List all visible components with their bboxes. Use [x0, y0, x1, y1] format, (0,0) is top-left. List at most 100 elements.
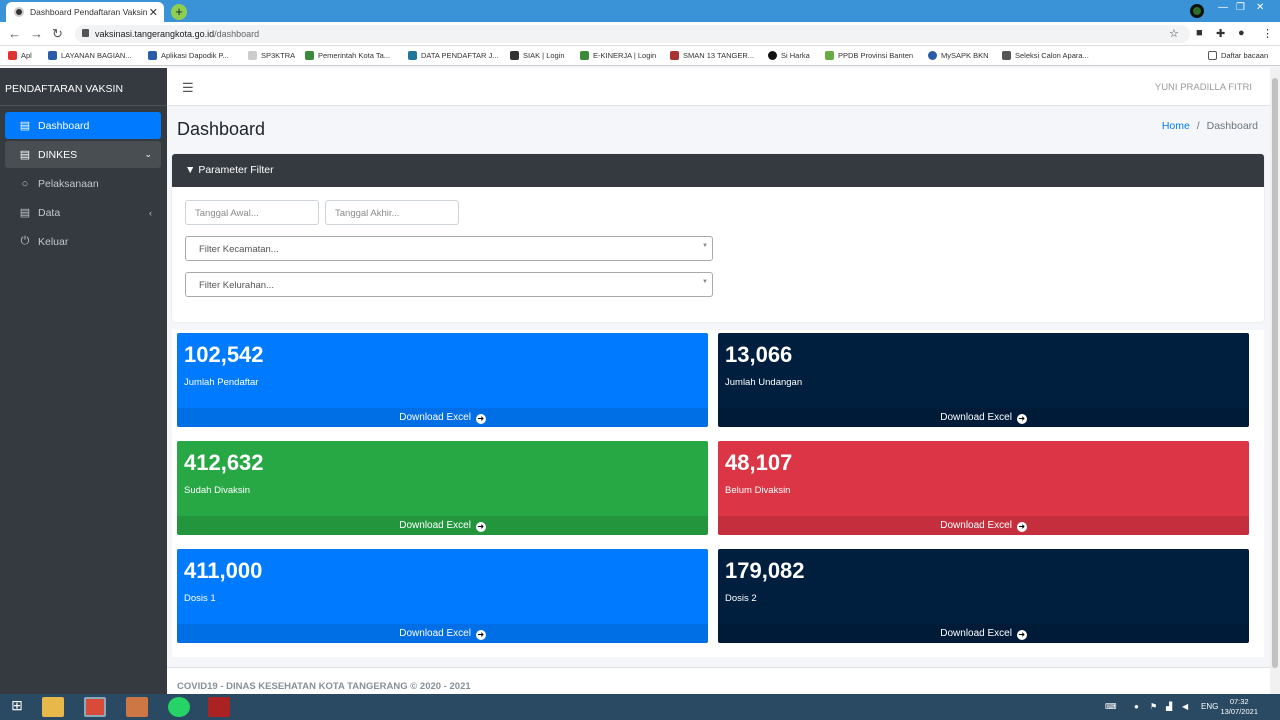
bookmark-item[interactable]: LAYANAN BAGIAN... — [48, 51, 132, 60]
stat-box-sudah-divaksin: 412,632 Sudah Divaksin Download Excel ➜ — [177, 441, 708, 535]
tab-favicon-icon — [14, 7, 24, 17]
menu-dots-icon[interactable]: ⋮ — [1262, 27, 1273, 40]
stat-value: 412,632 — [184, 450, 264, 475]
volume-icon[interactable]: ◀ — [1182, 702, 1188, 711]
bookmark-item[interactable]: Seleksi Calon Apara... — [1002, 51, 1089, 60]
stat-label: Dosis 2 — [725, 593, 757, 604]
brand-title[interactable]: PENDAFTARAN VAKSIN — [0, 68, 167, 106]
breadcrumb-home[interactable]: Home — [1162, 120, 1190, 132]
stat-label: Jumlah Undangan — [725, 377, 803, 388]
bookmark-item[interactable]: Aplikasi Dapodik P... — [148, 51, 229, 60]
address-bar-row: ← → ↻ vaksinasi.tangerangkota.go.id/dash… — [0, 22, 1280, 46]
kelurahan-select-value: Filter Kelurahan... — [199, 280, 274, 291]
download-excel-link[interactable]: Download Excel ➜ — [718, 516, 1249, 535]
lock-icon — [82, 29, 89, 37]
download-excel-link[interactable]: Download Excel ➜ — [177, 624, 708, 643]
download-excel-link[interactable]: Download Excel ➜ — [718, 624, 1249, 643]
page-scrollbar[interactable] — [1270, 68, 1280, 694]
close-window-icon[interactable]: ✕ — [1256, 2, 1264, 13]
extension-icon[interactable]: ■ — [1196, 27, 1203, 39]
network-icon[interactable]: ⚑ — [1150, 702, 1157, 711]
new-tab-button[interactable]: + — [171, 4, 187, 20]
forward-icon[interactable]: → — [30, 26, 43, 41]
kecamatan-select[interactable]: Filter Kecamatan... ▼ — [185, 236, 713, 261]
language-indicator[interactable]: ENG — [1201, 702, 1218, 711]
back-icon[interactable]: ← — [8, 26, 21, 41]
stat-value: 13,066 — [725, 342, 793, 367]
chrome-icon[interactable] — [84, 697, 106, 717]
url-host: vaksinasi.tangerangkota.go.id — [95, 29, 215, 39]
whatsapp-icon[interactable] — [168, 697, 190, 717]
sidebar-item-label: Dashboard — [38, 119, 90, 132]
bookmark-item[interactable]: Apl — [8, 51, 32, 60]
kelurahan-select[interactable]: Filter Kelurahan... ▼ — [185, 272, 713, 297]
bookmark-item[interactable]: Pemerintah Kota Ta... — [305, 51, 390, 60]
page-title: Dashboard — [177, 119, 266, 139]
bookmark-item[interactable]: MySAPK BKN — [928, 51, 989, 60]
minimize-icon[interactable]: — — [1218, 2, 1228, 13]
menu-toggle-icon[interactable]: ☰ — [182, 80, 194, 96]
circle-icon: ○ — [21, 177, 29, 190]
tab-title: Dashboard Pendaftaran Vaksin — [30, 7, 148, 17]
bookmark-item[interactable]: DATA PENDAFTAR J... — [408, 51, 499, 60]
filter-icon: ▼ — [185, 164, 196, 176]
stat-label: Sudah Divaksin — [184, 485, 251, 496]
close-tab-icon[interactable]: ✕ — [149, 6, 158, 19]
sidebar-item-dashboard[interactable]: ▤ Dashboard — [5, 112, 161, 139]
chevron-down-icon: ⌄ — [144, 149, 152, 159]
star-bookmark-icon[interactable]: ☆ — [1169, 27, 1179, 40]
kecamatan-select-value: Filter Kecamatan... — [199, 244, 279, 255]
download-excel-link[interactable]: Download Excel ➜ — [177, 408, 708, 427]
user-name[interactable]: YUNI PRADILLA FITRI — [1155, 82, 1252, 93]
sidebar-item-pelaksanaan[interactable]: ○ Pelaksanaan — [5, 170, 161, 197]
filter-card-header: ▼ Parameter Filter — [172, 154, 1264, 187]
browser-tab[interactable]: Dashboard Pendaftaran Vaksin ✕ — [6, 2, 164, 22]
profile-icon[interactable] — [1190, 4, 1204, 18]
reading-list[interactable]: Daftar bacaan — [1208, 51, 1268, 60]
stat-value: 102,542 — [184, 342, 264, 367]
book-icon: ▤ — [19, 120, 31, 132]
download-excel-link[interactable]: Download Excel ➜ — [718, 408, 1249, 427]
sidebar-item-label: Keluar — [38, 235, 69, 248]
stat-box-jumlah-pendaftar: 102,542 Jumlah Pendaftar Download Excel … — [177, 333, 708, 427]
app-icon[interactable] — [208, 697, 230, 717]
filter-title: Parameter Filter — [198, 164, 274, 176]
sidebar-item-dinkes[interactable]: ▤ DINKES ⌄ — [5, 141, 161, 168]
wifi-icon[interactable]: ▟ — [1166, 702, 1172, 711]
stat-label: Belum Divaksin — [725, 485, 791, 496]
scrollbar-thumb[interactable] — [1272, 78, 1278, 668]
breadcrumb: Home / Dashboard — [1162, 120, 1258, 132]
tray-app-icon[interactable]: ● — [1134, 702, 1139, 711]
file-explorer-icon[interactable] — [42, 697, 64, 717]
bookmark-item[interactable]: PPDB Provinsi Banten — [825, 51, 913, 60]
reload-icon[interactable]: ↻ — [52, 26, 63, 42]
date-start-input[interactable]: Tanggal Awal... — [185, 200, 319, 225]
bookmark-item[interactable]: SP3KTRA — [248, 51, 295, 60]
power-icon: ⏻ — [20, 235, 30, 247]
bookmark-item[interactable]: E-KINERJA | Login — [580, 51, 656, 60]
sidebar: PENDAFTARAN VAKSIN ▤ Dashboard ▤ DINKES … — [0, 68, 167, 694]
sidebar-item-keluar[interactable]: ⏻ Keluar — [5, 228, 161, 255]
url-field[interactable]: vaksinasi.tangerangkota.go.id/dashboard — [75, 25, 1190, 43]
bookmark-item[interactable]: SIAK | Login — [510, 51, 565, 60]
chrome-alt-icon[interactable] — [126, 697, 148, 717]
download-excel-link[interactable]: Download Excel ➜ — [177, 516, 708, 535]
stat-label: Jumlah Pendaftar — [184, 377, 259, 388]
clock[interactable]: 07:32 13/07/2021 — [1220, 697, 1258, 717]
page-footer: COVID19 - DINAS KESEHATAN KOTA TANGERANG… — [167, 667, 1270, 694]
avatar[interactable]: ● — [1238, 27, 1245, 39]
keyboard-icon[interactable]: ⌨ — [1105, 702, 1117, 711]
sidebar-item-data[interactable]: ▤ Data ‹ — [5, 199, 161, 226]
stat-box-jumlah-undangan: 13,066 Jumlah Undangan Download Excel ➜ — [718, 333, 1249, 427]
arrow-circle-right-icon: ➜ — [1016, 630, 1027, 640]
bookmark-item[interactable]: SMAN 13 TANGER... — [670, 51, 754, 60]
top-navbar: ☰ YUNI PRADILLA FITRI — [167, 68, 1270, 106]
puzzle-icon[interactable]: ✚ — [1216, 27, 1225, 40]
restore-icon[interactable]: ❐ — [1236, 2, 1245, 13]
chevron-left-icon: ‹ — [149, 207, 152, 218]
select-arrow-icon: ▼ — [702, 279, 708, 285]
bookmark-item[interactable]: Si Harka — [768, 51, 810, 60]
date-end-input[interactable]: Tanggal Akhir... — [325, 200, 459, 225]
windows-start-icon[interactable]: ⊞ — [6, 697, 28, 717]
book-icon: ▤ — [19, 149, 31, 161]
